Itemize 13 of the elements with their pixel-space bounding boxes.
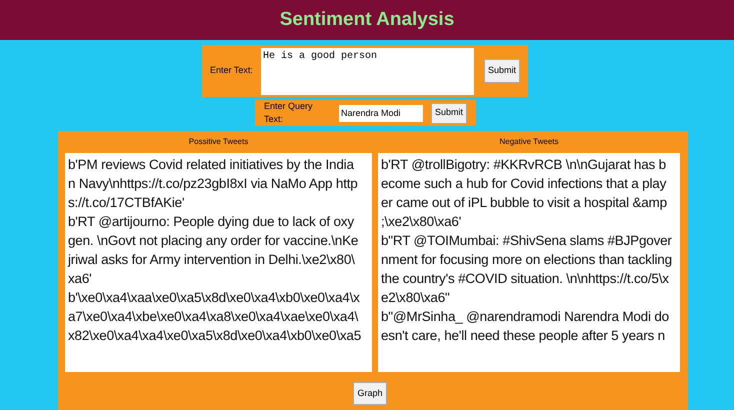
page-title: Sentiment Analysis: [280, 8, 454, 32]
text-input-field[interactable]: He is a good person: [260, 48, 474, 94]
field-label: Enter Query Text:: [264, 100, 314, 126]
tweet-text: b"RT @TOIMumbai: #ShivSena slams #BJPgover nment for focusing more on elections than tackling the country's #COVID situation. \n\nhttps://t.co/5\x e2\x80\xa6": [381, 232, 673, 307]
field-label: Enter Text:: [210, 64, 254, 78]
submit-button[interactable]: Submit: [484, 59, 520, 83]
submit-button[interactable]: Submit: [430, 102, 467, 124]
tweet-text: b"@MrSinha_ @narendramodi Narendra Modi do esn't care, he'll need these people after 5 years n: [381, 308, 670, 345]
column-heading: Negative Tweets: [500, 136, 558, 148]
column-heading: Possitive Tweets: [188, 136, 248, 148]
tweet-text: b'\xe0\xa4\xaa\xe0\xa5\x8d\xe0\xa4\xb0\xe0\xa4\x a7\xe0\xa4\xbe\xe0\xa4\xa8\xe0\xa4\xae\xe0\xa4\ x82\xe0\xa4\xa4\xe0\xa5\x8d\xe0\xa4\xb0\xe0\xa5: [68, 289, 362, 345]
query-input-field[interactable]: Narendra Modi: [338, 104, 423, 122]
graph-button[interactable]: Graph: [353, 382, 386, 405]
